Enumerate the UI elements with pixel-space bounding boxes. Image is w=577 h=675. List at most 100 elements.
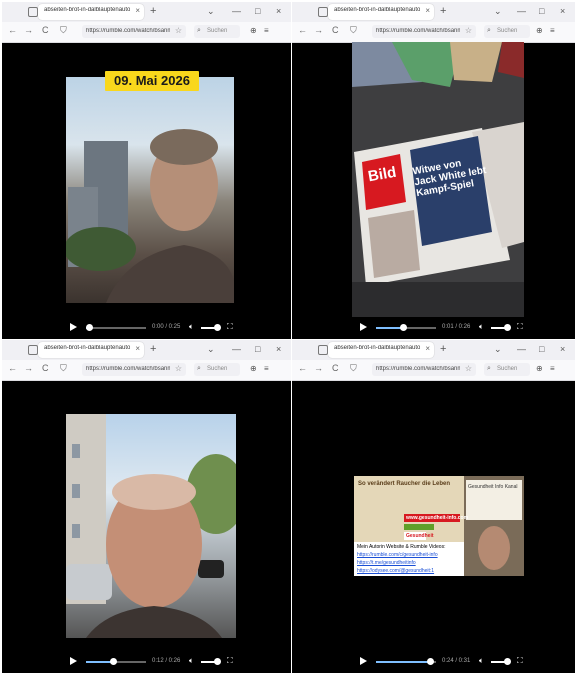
menu-icon[interactable]: ≡ bbox=[264, 26, 269, 35]
new-tab-button[interactable]: + bbox=[440, 5, 446, 17]
url-bar[interactable]: https://rumble.com/watch/bsanm ☆ bbox=[82, 363, 186, 376]
forward-button[interactable]: → bbox=[24, 363, 33, 373]
search-input[interactable]: ⌕ Suchen bbox=[194, 25, 240, 38]
browser-tab[interactable]: abseiten-brot-in-dalblauptenauto × bbox=[328, 342, 434, 358]
back-button[interactable]: ← bbox=[8, 363, 17, 373]
seek-handle[interactable] bbox=[400, 324, 407, 331]
play-icon[interactable] bbox=[360, 657, 367, 665]
promo-link[interactable]: https://rumble.com/c/gesundheit-info bbox=[357, 552, 438, 558]
menu-icon[interactable]: ≡ bbox=[264, 364, 269, 373]
video-frame[interactable] bbox=[66, 77, 234, 303]
menu-icon[interactable]: ≡ bbox=[550, 26, 555, 35]
minimize-button[interactable]: — bbox=[517, 6, 526, 16]
url-bar[interactable]: https://rumble.com/watch/bsanm ☆ bbox=[372, 363, 476, 376]
close-window-button[interactable]: × bbox=[560, 6, 565, 16]
close-tab-icon[interactable]: × bbox=[425, 6, 430, 15]
star-icon[interactable]: ☆ bbox=[175, 364, 182, 373]
volume-icon[interactable]: 🔈︎ bbox=[189, 322, 194, 332]
browser-tab[interactable]: abseiten-brot-in-dalblauptenauto × bbox=[38, 342, 144, 358]
maximize-button[interactable]: □ bbox=[255, 344, 260, 354]
menu-icon[interactable]: ≡ bbox=[550, 364, 555, 373]
close-tab-icon[interactable]: × bbox=[425, 344, 430, 353]
shield-icon[interactable]: ⛉ bbox=[60, 363, 67, 374]
seek-handle[interactable] bbox=[86, 324, 93, 331]
video-frame[interactable]: So verändert Raucher die Leben www.gesun… bbox=[354, 476, 524, 576]
seek-bar[interactable] bbox=[86, 658, 146, 665]
new-tab-button[interactable]: + bbox=[150, 5, 156, 17]
minimize-button[interactable]: — bbox=[232, 344, 241, 354]
reload-button[interactable]: C bbox=[42, 25, 49, 35]
forward-button[interactable]: → bbox=[24, 25, 33, 35]
star-icon[interactable]: ☆ bbox=[465, 26, 472, 35]
volume-handle[interactable] bbox=[504, 658, 511, 665]
back-button[interactable]: ← bbox=[8, 25, 17, 35]
star-icon[interactable]: ☆ bbox=[465, 364, 472, 373]
search-input[interactable]: ⌕ Suchen bbox=[484, 363, 530, 376]
fullscreen-icon[interactable]: ⛶ bbox=[517, 656, 523, 666]
fullscreen-icon[interactable]: ⛶ bbox=[517, 322, 523, 332]
shield-icon[interactable]: ⛉ bbox=[350, 25, 357, 36]
browser-tab[interactable]: abseiten-brot-in-dalblauptenauto × bbox=[328, 4, 434, 20]
new-tab-button[interactable]: + bbox=[150, 343, 156, 355]
reload-button[interactable]: C bbox=[332, 363, 339, 373]
promo-link[interactable]: https://t.me/gesundheitinfo bbox=[357, 560, 416, 566]
tab-list-icon[interactable] bbox=[318, 7, 328, 17]
forward-button[interactable]: → bbox=[314, 363, 323, 373]
forward-button[interactable]: → bbox=[314, 25, 323, 35]
volume-handle[interactable] bbox=[214, 324, 221, 331]
play-icon[interactable] bbox=[360, 323, 367, 331]
video-frame[interactable] bbox=[66, 414, 236, 638]
reload-button[interactable]: C bbox=[332, 25, 339, 35]
seek-bar[interactable] bbox=[376, 658, 436, 665]
tab-list-icon[interactable] bbox=[318, 345, 328, 355]
close-window-button[interactable]: × bbox=[276, 344, 281, 354]
chevron-down-icon[interactable]: ⌄ bbox=[494, 6, 502, 17]
extensions-icon[interactable]: ⊕ bbox=[536, 26, 543, 35]
star-icon[interactable]: ☆ bbox=[175, 26, 182, 35]
volume-icon[interactable]: 🔈︎ bbox=[189, 656, 194, 666]
browser-tab[interactable]: abseiten-brot-in-dalblauptenauto × bbox=[38, 4, 144, 20]
promo-link[interactable]: https://odysee.com/@gesundheit:1 bbox=[357, 568, 434, 574]
url-bar[interactable]: https://rumble.com/watch/bsanm ☆ bbox=[372, 25, 476, 38]
shield-icon[interactable]: ⛉ bbox=[60, 25, 67, 36]
close-window-button[interactable]: × bbox=[560, 344, 565, 354]
maximize-button[interactable]: □ bbox=[539, 344, 544, 354]
shield-icon[interactable]: ⛉ bbox=[350, 363, 357, 374]
chevron-down-icon[interactable]: ⌄ bbox=[207, 6, 215, 17]
minimize-button[interactable]: — bbox=[517, 344, 526, 354]
volume-icon[interactable]: 🔈︎ bbox=[479, 656, 484, 666]
tab-title: abseiten-brot-in-dalblauptenauto bbox=[44, 7, 130, 13]
close-window-button[interactable]: × bbox=[276, 6, 281, 16]
extensions-icon[interactable]: ⊕ bbox=[536, 364, 543, 373]
close-tab-icon[interactable]: × bbox=[135, 6, 140, 15]
maximize-button[interactable]: □ bbox=[539, 6, 544, 16]
extensions-icon[interactable]: ⊕ bbox=[250, 26, 257, 35]
close-tab-icon[interactable]: × bbox=[135, 344, 140, 353]
url-bar[interactable]: https://rumble.com/watch/bsanm ☆ bbox=[82, 25, 186, 38]
search-input[interactable]: ⌕ Suchen bbox=[194, 363, 240, 376]
fullscreen-icon[interactable]: ⛶ bbox=[227, 656, 233, 666]
tab-list-icon[interactable] bbox=[28, 7, 38, 17]
play-icon[interactable] bbox=[70, 323, 77, 331]
seek-bar[interactable] bbox=[86, 324, 146, 331]
back-button[interactable]: ← bbox=[298, 363, 307, 373]
extensions-icon[interactable]: ⊕ bbox=[250, 364, 257, 373]
reload-button[interactable]: C bbox=[42, 363, 49, 373]
seek-bar[interactable] bbox=[376, 324, 436, 331]
fullscreen-icon[interactable]: ⛶ bbox=[227, 322, 233, 332]
volume-icon[interactable]: 🔈︎ bbox=[479, 322, 484, 332]
video-frame[interactable]: Bild Witwe von Jack White lebt Kampf-Spi… bbox=[352, 42, 524, 318]
seek-handle[interactable] bbox=[110, 658, 117, 665]
maximize-button[interactable]: □ bbox=[255, 6, 260, 16]
play-icon[interactable] bbox=[70, 657, 77, 665]
chevron-down-icon[interactable]: ⌄ bbox=[207, 344, 215, 355]
minimize-button[interactable]: — bbox=[232, 6, 241, 16]
back-button[interactable]: ← bbox=[298, 25, 307, 35]
volume-handle[interactable] bbox=[214, 658, 221, 665]
search-input[interactable]: ⌕ Suchen bbox=[484, 25, 530, 38]
seek-handle[interactable] bbox=[427, 658, 434, 665]
volume-handle[interactable] bbox=[504, 324, 511, 331]
chevron-down-icon[interactable]: ⌄ bbox=[494, 344, 502, 355]
tab-list-icon[interactable] bbox=[28, 345, 38, 355]
new-tab-button[interactable]: + bbox=[440, 343, 446, 355]
